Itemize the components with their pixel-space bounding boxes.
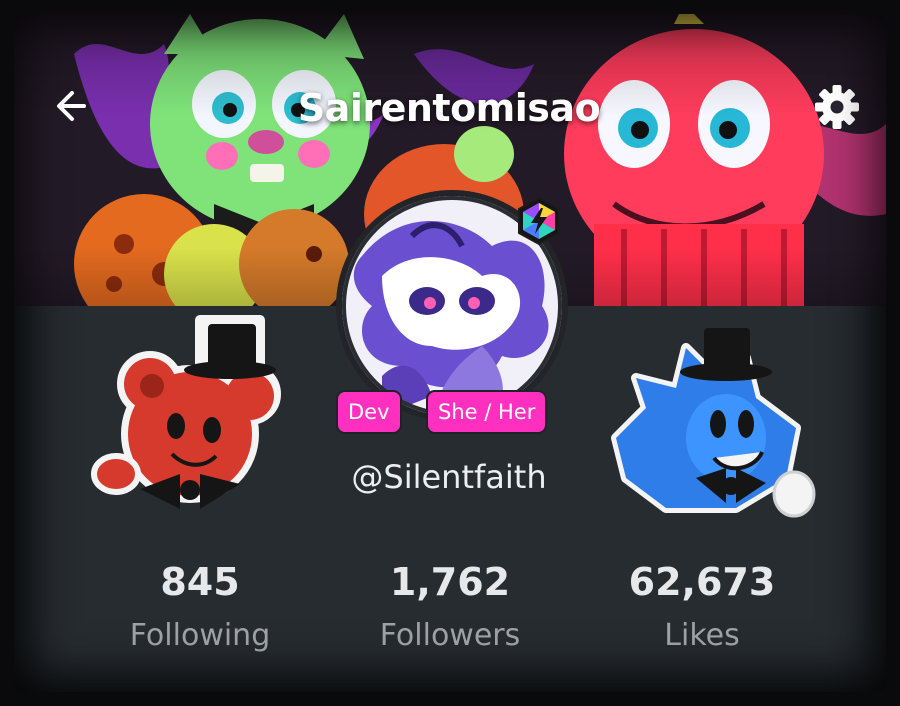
tag-pronouns[interactable]: She / Her <box>426 390 548 434</box>
gear-icon <box>815 85 859 129</box>
bear-sticker-image <box>91 315 281 509</box>
photo-frame: Sairentomisao Dev She / Her @Silentfaith… <box>0 0 900 706</box>
bear-sticker <box>80 314 310 528</box>
back-button[interactable] <box>50 82 98 130</box>
arrow-left-icon <box>57 91 86 121</box>
settings-button[interactable] <box>812 82 862 132</box>
page-title: Sairentomisao <box>297 86 601 130</box>
likes-label: Likes <box>664 618 740 653</box>
likes-stat[interactable]: 62,673 Likes <box>592 560 812 653</box>
following-stat[interactable]: 845 Following <box>90 560 310 653</box>
followers-stat[interactable]: 1,762 Followers <box>340 560 560 653</box>
hedgehog-sticker <box>596 318 826 542</box>
likes-count: 62,673 <box>628 560 776 604</box>
followers-label: Followers <box>379 618 521 653</box>
followers-count: 1,762 <box>389 560 511 604</box>
following-count: 845 <box>160 560 240 604</box>
profile-handle: @Silentfaith <box>351 458 547 496</box>
lightning-hexagon-badge-icon <box>518 196 560 246</box>
tag-dev[interactable]: Dev <box>336 390 402 434</box>
profile-screen: Sairentomisao Dev She / Her @Silentfaith… <box>14 14 886 692</box>
hedgehog-sticker-image <box>611 328 816 518</box>
following-label: Following <box>129 618 271 653</box>
level-badge[interactable] <box>514 196 564 246</box>
